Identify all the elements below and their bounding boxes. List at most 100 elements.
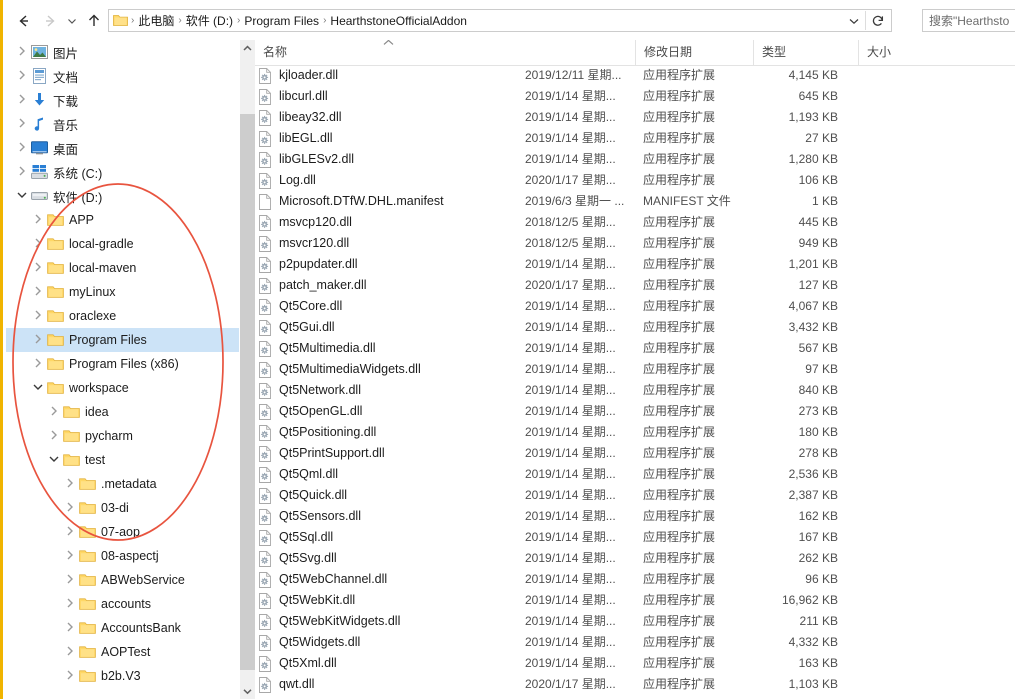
- table-row[interactable]: Qt5Xml.dll 2019/1/14 星期... 应用程序扩展 163 KB: [255, 653, 1015, 674]
- sidebar-item-mylinux[interactable]: myLinux: [6, 280, 240, 304]
- address-dropdown-button[interactable]: [843, 10, 865, 31]
- sidebar-item-local-gradle[interactable]: local-gradle: [6, 232, 240, 256]
- address-bar[interactable]: › 此电脑 › 软件 (D:) › Program Files › Hearth…: [108, 9, 892, 32]
- table-row[interactable]: Qt5MultimediaWidgets.dll 2019/1/14 星期... 应…: [255, 359, 1015, 380]
- table-row[interactable]: Qt5Widgets.dll 2019/1/14 星期... 应用程序扩展 4,332…: [255, 632, 1015, 653]
- table-row[interactable]: msvcp120.dll 2018/12/5 星期... 应用程序扩展 445 KB: [255, 212, 1015, 233]
- breadcrumb-item-1[interactable]: 软件 (D:): [183, 12, 236, 29]
- table-row[interactable]: p2pupdater.dll 2019/1/14 星期... 应用程序扩展 1,201…: [255, 254, 1015, 275]
- table-row[interactable]: Qt5Qml.dll 2019/1/14 星期... 应用程序扩展 2,536 KB: [255, 464, 1015, 485]
- table-row[interactable]: libeay32.dll 2019/1/14 星期... 应用程序扩展 1,193 K…: [255, 107, 1015, 128]
- table-row[interactable]: Qt5Gui.dll 2019/1/14 星期... 应用程序扩展 3,432 KB: [255, 317, 1015, 338]
- chevron-right-icon[interactable]: [30, 214, 46, 226]
- sidebar-item-program-files-x86[interactable]: Program Files (x86): [6, 352, 240, 376]
- table-row[interactable]: Qt5Svg.dll 2019/1/14 星期... 应用程序扩展 262 KB: [255, 548, 1015, 569]
- breadcrumb-item-3[interactable]: HearthstoneOfficialAddon: [327, 14, 470, 28]
- scroll-up-button[interactable]: [240, 40, 255, 56]
- table-row[interactable]: libGLESv2.dll 2019/1/14 星期... 应用程序扩展 1,280 …: [255, 149, 1015, 170]
- chevron-right-icon[interactable]: [62, 478, 78, 490]
- chevron-right-icon[interactable]: [62, 598, 78, 610]
- scrollbar-thumb[interactable]: [240, 114, 255, 670]
- breadcrumb-item-0[interactable]: 此电脑: [135, 12, 177, 29]
- column-header-date[interactable]: 修改日期: [635, 40, 753, 65]
- chevron-right-icon[interactable]: [14, 166, 30, 178]
- sidebar-item-07-aop[interactable]: 07-aop: [6, 520, 240, 544]
- table-row[interactable]: msvcr120.dll 2018/12/5 星期... 应用程序扩展 949 KB: [255, 233, 1015, 254]
- chevron-right-icon[interactable]: [62, 670, 78, 682]
- chevron-right-icon[interactable]: [30, 262, 46, 274]
- table-row[interactable]: qwt.dll 2020/1/17 星期... 应用程序扩展 1,103 KB: [255, 674, 1015, 695]
- table-row[interactable]: Microsoft.DTfW.DHL.manifest 2019/6/3 星期一 …: [255, 191, 1015, 212]
- sidebar-item-d[interactable]: 软件 (D:): [6, 184, 240, 208]
- table-row[interactable]: Qt5Quick.dll 2019/1/14 星期... 应用程序扩展 2,387 K…: [255, 485, 1015, 506]
- table-row[interactable]: Qt5Core.dll 2019/1/14 星期... 应用程序扩展 4,067 KB: [255, 296, 1015, 317]
- sidebar-item-08-aspectj[interactable]: 08-aspectj: [6, 544, 240, 568]
- chevron-right-icon[interactable]: [46, 406, 62, 418]
- sidebar-item-b2b-v3[interactable]: b2b.V3: [6, 664, 240, 688]
- sidebar-item-program-files[interactable]: Program Files: [6, 328, 240, 352]
- sidebar-item-workspace[interactable]: workspace: [6, 376, 240, 400]
- chevron-right-icon[interactable]: [62, 574, 78, 586]
- table-row[interactable]: Qt5OpenGL.dll 2019/1/14 星期... 应用程序扩展 273 KB: [255, 401, 1015, 422]
- column-header-size[interactable]: 大小: [858, 40, 958, 65]
- sidebar-item-03-di[interactable]: 03-di: [6, 496, 240, 520]
- chevron-right-icon[interactable]: [62, 622, 78, 634]
- sidebar-item-metadata[interactable]: .metadata: [6, 472, 240, 496]
- sidebar-item-pycharm[interactable]: pycharm: [6, 424, 240, 448]
- chevron-right-icon[interactable]: [30, 238, 46, 250]
- table-row[interactable]: Qt5Multimedia.dll 2019/1/14 星期... 应用程序扩展 56…: [255, 338, 1015, 359]
- sidebar-item-abwebservice[interactable]: ABWebService: [6, 568, 240, 592]
- table-row[interactable]: Qt5Sql.dll 2019/1/14 星期... 应用程序扩展 167 KB: [255, 527, 1015, 548]
- chevron-right-icon[interactable]: [14, 46, 30, 58]
- chevron-right-icon[interactable]: [30, 358, 46, 370]
- sidebar-item-local-maven[interactable]: local-maven: [6, 256, 240, 280]
- sidebar-item-aoptest[interactable]: AOPTest: [6, 640, 240, 664]
- table-row[interactable]: Qt5Positioning.dll 2019/1/14 星期... 应用程序扩展 1…: [255, 422, 1015, 443]
- chevron-right-icon[interactable]: [30, 310, 46, 322]
- sidebar-item-test[interactable]: test: [6, 448, 240, 472]
- sidebar-item-c[interactable]: 系统 (C:): [6, 160, 240, 184]
- sidebar-item-idea[interactable]: idea: [6, 400, 240, 424]
- sidebar-item-[interactable]: 文档: [6, 64, 240, 88]
- table-row[interactable]: kjloader.dll 2019/12/11 星期... 应用程序扩展 4,145 …: [255, 65, 1015, 86]
- chevron-right-icon[interactable]: [14, 142, 30, 154]
- sidebar-item-oraclexe[interactable]: oraclexe: [6, 304, 240, 328]
- chevron-right-icon[interactable]: [30, 286, 46, 298]
- refresh-button[interactable]: [865, 11, 890, 30]
- table-row[interactable]: Qt5WebKit.dll 2019/1/14 星期... 应用程序扩展 16,962…: [255, 590, 1015, 611]
- sidebar-item-app[interactable]: APP: [6, 208, 240, 232]
- scroll-down-button[interactable]: [240, 683, 255, 699]
- search-box[interactable]: 搜索"Hearthsto: [922, 9, 1015, 32]
- column-header-name[interactable]: 名称: [255, 40, 635, 65]
- up-one-level-button[interactable]: [83, 10, 105, 32]
- chevron-right-icon[interactable]: [14, 70, 30, 82]
- chevron-right-icon[interactable]: [30, 334, 46, 346]
- table-row[interactable]: Qt5PrintSupport.dll 2019/1/14 星期... 应用程序扩展…: [255, 443, 1015, 464]
- table-row[interactable]: libcurl.dll 2019/1/14 星期... 应用程序扩展 645 KB: [255, 86, 1015, 107]
- table-row[interactable]: libEGL.dll 2019/1/14 星期... 应用程序扩展 27 KB: [255, 128, 1015, 149]
- sidebar-item-accountsbank[interactable]: AccountsBank: [6, 616, 240, 640]
- chevron-right-icon[interactable]: [62, 550, 78, 562]
- table-row[interactable]: Qt5WebKitWidgets.dll 2019/1/14 星期... 应用程序扩…: [255, 611, 1015, 632]
- chevron-right-icon[interactable]: [62, 502, 78, 514]
- chevron-right-icon[interactable]: [14, 118, 30, 130]
- chevron-down-icon[interactable]: [46, 455, 62, 465]
- chevron-right-icon[interactable]: [46, 430, 62, 442]
- sidebar-item-[interactable]: 下载: [6, 88, 240, 112]
- back-button[interactable]: [13, 10, 35, 32]
- sidebar-item-[interactable]: 桌面: [6, 136, 240, 160]
- chevron-down-icon[interactable]: [14, 191, 30, 201]
- sidebar-item-[interactable]: 音乐: [6, 112, 240, 136]
- table-row[interactable]: Qt5WebChannel.dll 2019/1/14 星期... 应用程序扩展 96…: [255, 569, 1015, 590]
- sidebar-scrollbar[interactable]: [239, 40, 255, 699]
- chevron-right-icon[interactable]: [62, 526, 78, 538]
- recent-locations-button[interactable]: [61, 10, 83, 32]
- table-row[interactable]: Log.dll 2020/1/17 星期... 应用程序扩展 106 KB: [255, 170, 1015, 191]
- table-row[interactable]: Qt5Sensors.dll 2019/1/14 星期... 应用程序扩展 162 K…: [255, 506, 1015, 527]
- breadcrumb-item-2[interactable]: Program Files: [241, 14, 322, 28]
- sidebar-item-[interactable]: 图片: [6, 40, 240, 64]
- chevron-down-icon[interactable]: [30, 383, 46, 393]
- chevron-right-icon[interactable]: [62, 646, 78, 658]
- table-row[interactable]: patch_maker.dll 2020/1/17 星期... 应用程序扩展 127 …: [255, 275, 1015, 296]
- sidebar-item-accounts[interactable]: accounts: [6, 592, 240, 616]
